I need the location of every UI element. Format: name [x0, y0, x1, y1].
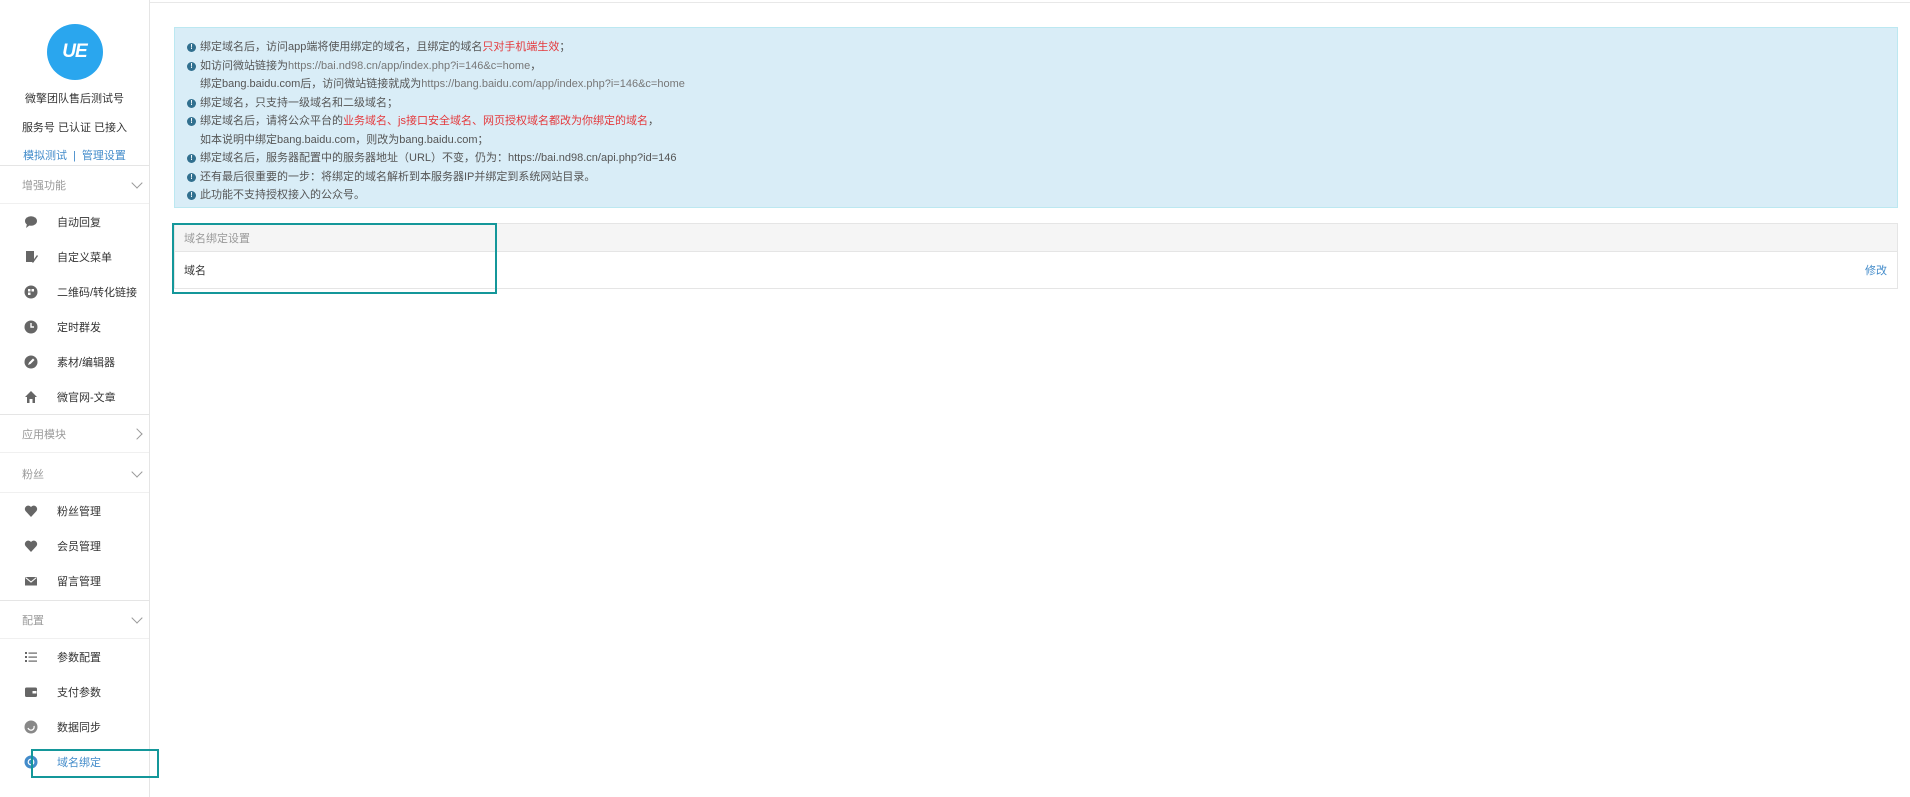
sidebar-item-label: 微官网-文章 [57, 391, 116, 404]
group-config[interactable]: 配置 [0, 601, 149, 639]
info-icon: ! [187, 98, 196, 108]
notice-text: ， [530, 59, 542, 72]
notice-text: 还有最后很重要的一步：将绑定的域名解析到本服务器IP并绑定到系统网站目录。 [200, 170, 596, 183]
pencil-icon [24, 355, 38, 369]
clock-icon [24, 320, 38, 334]
notice-url: https://bai.nd98.cn/app/index.php?i=146&… [288, 59, 531, 72]
envelope-icon [24, 574, 38, 588]
edit-link[interactable]: 修改 [1865, 262, 1887, 278]
sidebar-item-payment-params[interactable]: 支付参数 [0, 674, 149, 709]
info-icon: ! [187, 61, 196, 71]
sidebar-item-auto-reply[interactable]: 自动回复 [0, 204, 149, 239]
info-icon: ! [187, 43, 196, 52]
notice-text: 此功能不支持授权接入的公众号。 [200, 189, 365, 201]
notice-text: ； [559, 41, 571, 53]
notice-text: 绑定域名后，服务器配置中的服务器地址（URL）不变，仍为：https://bai… [200, 152, 677, 164]
account-name: 微擎团队售后测试号 [25, 93, 124, 105]
home-icon [24, 390, 38, 404]
notice-line: 绑定bang.baidu.com后，访问微站链接就成为https://bang.… [187, 75, 1885, 94]
chevron-down-icon [131, 176, 143, 189]
sidebar-item-micro-site[interactable]: 微官网-文章 [0, 379, 149, 414]
group-enhanced-features[interactable]: 增强功能 [0, 166, 149, 204]
group-app-modules[interactable]: 应用模块 [0, 415, 149, 453]
group-title: 配置 [22, 614, 44, 627]
chevron-down-icon [131, 465, 143, 478]
sidebar-item-scheduled-send[interactable]: 定时群发 [0, 309, 149, 344]
notice-line: ! 绑定域名后，服务器配置中的服务器地址（URL）不变，仍为：https://b… [187, 149, 1885, 168]
heart-icon [24, 539, 38, 553]
notice-text: 绑定域名后，访问app端将使用绑定的域名，且绑定的域名 [200, 41, 483, 53]
group-title: 粉丝 [22, 468, 44, 481]
sidebar-item-label: 支付参数 [57, 686, 101, 699]
chevron-down-icon [131, 611, 143, 624]
sidebar-item-label: 数据同步 [57, 721, 101, 734]
logo-text: UE [62, 41, 87, 62]
info-icon: ! [187, 191, 196, 200]
notice-url: https://bang.baidu.com/app/index.php?i=1… [421, 78, 685, 90]
manage-settings-link[interactable]: 管理设置 [82, 150, 126, 162]
chevron-right-icon [131, 427, 143, 440]
notice-warning: 只对手机端生效 [482, 41, 560, 53]
notice-line: ! 绑定域名，只支持一级域名和二级域名； [187, 94, 1885, 113]
info-icon: ! [187, 117, 196, 126]
account-logo: UE [46, 24, 103, 80]
simulate-test-link[interactable]: 模拟测试 [23, 150, 67, 162]
highlight-box-sidebar [31, 749, 159, 778]
notice-line: ! 绑定域名后，访问app端将使用绑定的域名，且绑定的域名只对手机端生效； [187, 38, 1885, 57]
notice-text: 如本说明中绑定bang.baidu.com，则改为bang.baidu.com； [200, 133, 489, 146]
sidebar-item-custom-menu[interactable]: 自定义菜单 [0, 239, 149, 274]
info-icon: ! [187, 154, 196, 163]
link-separator: | [73, 150, 76, 162]
sidebar-item-member-management[interactable]: 会员管理 [0, 528, 149, 563]
info-icon: ! [187, 172, 196, 182]
sidebar-item-label: 粉丝管理 [57, 505, 101, 518]
highlight-box-panel [172, 223, 497, 294]
sidebar-item-label: 留言管理 [57, 575, 101, 588]
list-icon [24, 650, 38, 664]
group-title: 增强功能 [22, 179, 66, 192]
sidebar-item-param-config[interactable]: 参数配置 [0, 639, 149, 674]
sidebar-item-label: 自定义菜单 [57, 251, 112, 264]
sidebar-item-label: 会员管理 [57, 540, 101, 553]
top-border [150, 0, 1910, 3]
info-notice: ! 绑定域名后，访问app端将使用绑定的域名，且绑定的域名只对手机端生效； ! … [174, 27, 1898, 208]
notice-warning: 业务域名、js接口安全域名、网页授权域名都改为你绑定的域名 [343, 115, 648, 127]
edit-doc-icon [24, 250, 38, 264]
sidebar-item-label: 自动回复 [57, 216, 101, 229]
heart-icon [24, 504, 38, 518]
notice-text: 绑定bang.baidu.com后，访问微站链接就成为 [200, 78, 422, 90]
sidebar-item-message-management[interactable]: 留言管理 [0, 563, 149, 598]
notice-line: ! 还有最后很重要的一步：将绑定的域名解析到本服务器IP并绑定到系统网站目录。 [187, 168, 1885, 187]
notice-text: ， [647, 115, 659, 127]
notice-line: ! 绑定域名后，请将公众平台的业务域名、js接口安全域名、网页授权域名都改为你绑… [187, 112, 1885, 131]
account-status: 服务号 已认证 已接入 [21, 122, 128, 134]
notice-line: 如本说明中绑定bang.baidu.com，则改为bang.baidu.com； [187, 131, 1885, 150]
sidebar-item-label: 素材/编辑器 [57, 356, 116, 369]
sidebar-item-fan-management[interactable]: 粉丝管理 [0, 493, 149, 528]
sidebar-item-material-editor[interactable]: 素材/编辑器 [0, 344, 149, 379]
sync-icon [24, 720, 38, 734]
sidebar-item-label: 二维码/转化链接 [57, 286, 138, 299]
notice-text: 如访问微站链接为 [200, 59, 288, 72]
sidebar-item-label: 参数配置 [57, 651, 101, 664]
sidebar-item-qrcode[interactable]: 二维码/转化链接 [0, 274, 149, 309]
qrcode-icon [24, 285, 38, 299]
notice-text: 绑定域名后，请将公众平台的 [200, 115, 343, 127]
comment-icon [24, 215, 38, 229]
sidebar-item-label: 定时群发 [57, 321, 101, 334]
account-card: UE 微擎团队售后测试号 服务号 已认证 已接入 模拟测试 | 管理设置 [0, 0, 149, 166]
group-fans[interactable]: 粉丝 [0, 455, 149, 493]
sidebar: UE 微擎团队售后测试号 服务号 已认证 已接入 模拟测试 | 管理设置 增强功能 … [0, 0, 150, 797]
notice-line: ! 如访问微站链接为https://bai.nd98.cn/app/index.… [187, 57, 1885, 76]
wallet-icon [24, 685, 38, 699]
sidebar-item-data-sync[interactable]: 数据同步 [0, 709, 149, 744]
notice-text: 绑定域名，只支持一级域名和二级域名； [200, 96, 398, 109]
group-title: 应用模块 [22, 428, 66, 441]
account-links: 模拟测试 | 管理设置 [0, 147, 149, 163]
notice-line: ! 此功能不支持授权接入的公众号。 [187, 186, 1885, 205]
